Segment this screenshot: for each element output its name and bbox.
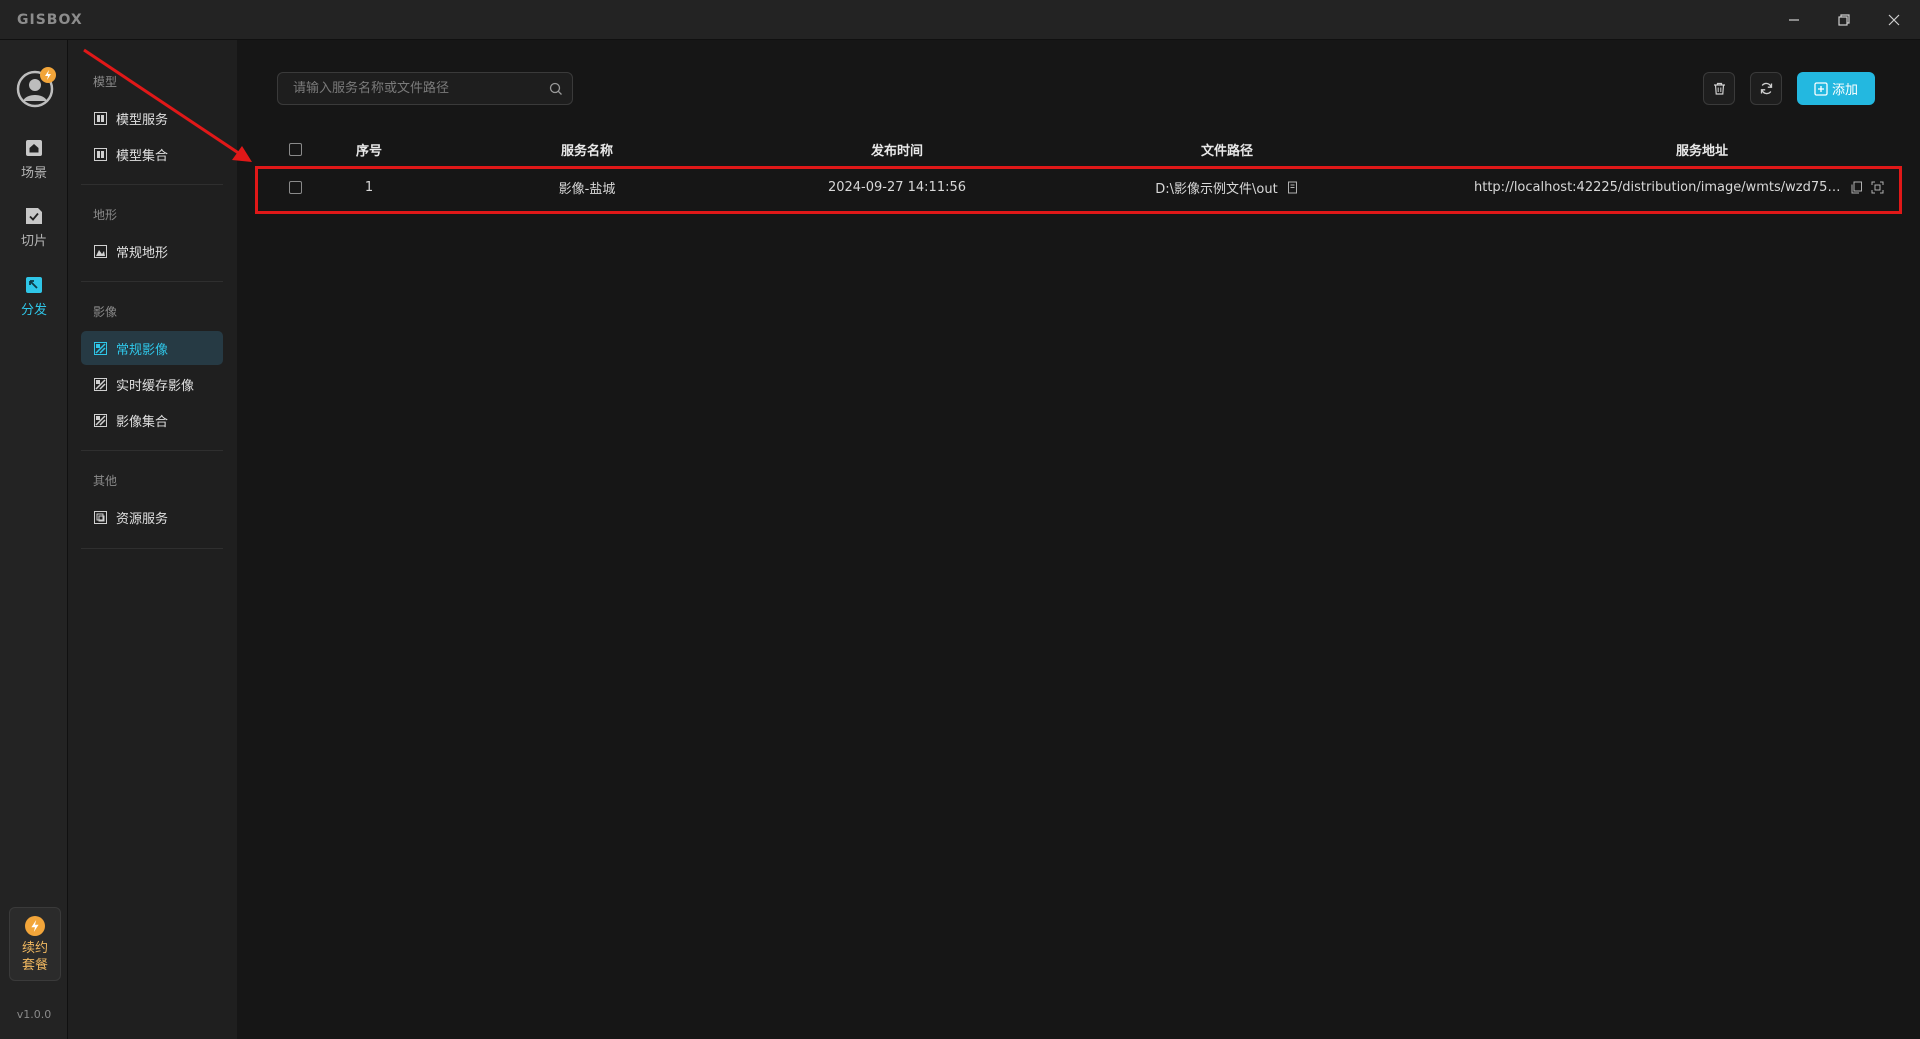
menu-item-label: 模型集合 bbox=[116, 148, 169, 164]
refresh-button[interactable] bbox=[1750, 72, 1782, 105]
header-index: 序号 bbox=[355, 143, 382, 159]
delete-button[interactable] bbox=[1703, 72, 1735, 105]
add-button-label: 添加 bbox=[1831, 83, 1858, 98]
renew-label-line1: 续约 bbox=[21, 941, 48, 956]
search-input[interactable] bbox=[293, 81, 540, 96]
menu-item-label: 常规地形 bbox=[116, 245, 169, 261]
add-icon bbox=[1814, 81, 1828, 96]
secondary-menu: 模型 模型服务 模型集合 地形 常规地形 影像 常规影像 实时缓存影像 影像集合 bbox=[68, 40, 237, 1039]
menu-item-label: 资源服务 bbox=[116, 511, 169, 527]
menu-group-title-imagery: 影像 bbox=[93, 305, 118, 319]
menu-item-label: 实时缓存影像 bbox=[116, 378, 195, 394]
imagery-icon bbox=[94, 341, 107, 355]
rail-item-tile[interactable]: 切片 bbox=[0, 207, 68, 263]
menu-group-title-terrain: 地形 bbox=[93, 208, 118, 222]
terrain-icon bbox=[94, 244, 107, 258]
search-icon bbox=[549, 82, 562, 95]
add-button[interactable]: 添加 bbox=[1797, 72, 1875, 105]
rail-item-label: 场景 bbox=[20, 166, 47, 181]
menu-item-regular-terrain[interactable]: 常规地形 bbox=[81, 234, 223, 268]
select-all-checkbox[interactable] bbox=[288, 142, 302, 156]
restore-button[interactable] bbox=[1827, 8, 1861, 32]
app-version: v1.0.0 bbox=[16, 1008, 52, 1021]
row-file-path: D:\影像示例文件\out bbox=[1155, 181, 1278, 197]
menu-divider bbox=[81, 450, 223, 451]
title-bar: GISBOX bbox=[0, 0, 1920, 40]
search-button[interactable] bbox=[540, 82, 572, 96]
minimize-icon bbox=[1789, 19, 1799, 21]
menu-item-imagery-collection[interactable]: 影像集合 bbox=[81, 403, 223, 437]
menu-item-model-service[interactable]: 模型服务 bbox=[81, 101, 223, 135]
row-publish-time: 2024-09-27 14:11:56 bbox=[827, 179, 967, 195]
menu-item-realtime-cache-imagery[interactable]: 实时缓存影像 bbox=[81, 367, 223, 401]
row-service-name: 影像-盐城 bbox=[558, 181, 616, 197]
header-service-name: 服务名称 bbox=[560, 143, 613, 159]
renew-label-line2: 套餐 bbox=[21, 958, 48, 973]
menu-divider bbox=[81, 548, 223, 549]
header-publish-time: 发布时间 bbox=[870, 143, 923, 159]
model-collection-icon bbox=[94, 147, 107, 161]
lightning-icon bbox=[25, 916, 45, 936]
model-service-icon bbox=[94, 111, 107, 125]
refresh-icon bbox=[1760, 82, 1772, 95]
cache-imagery-icon bbox=[94, 377, 107, 391]
close-icon bbox=[1888, 14, 1900, 26]
app-logo: GISBOX bbox=[17, 12, 83, 28]
left-rail: 场景 切片 分发 续约 套餐 v1.0.0 bbox=[0, 40, 68, 1039]
table-header: 序号 服务名称 发布时间 文件路径 服务地址 bbox=[237, 132, 1920, 166]
vip-badge-icon bbox=[40, 67, 56, 83]
header-service-url: 服务地址 bbox=[1675, 143, 1728, 159]
menu-item-label: 模型服务 bbox=[116, 112, 169, 128]
menu-item-resource-service[interactable]: 资源服务 bbox=[81, 500, 223, 534]
row-index: 1 bbox=[364, 179, 374, 195]
distribute-icon bbox=[26, 277, 42, 293]
row-file-path-cell: D:\影像示例文件\out bbox=[1117, 167, 1337, 207]
menu-item-regular-imagery[interactable]: 常规影像 bbox=[81, 331, 223, 365]
trash-icon bbox=[1713, 82, 1725, 95]
close-button[interactable] bbox=[1877, 8, 1911, 32]
minimize-button[interactable] bbox=[1777, 8, 1811, 32]
rail-item-label: 分发 bbox=[20, 303, 47, 318]
header-select-all-cell bbox=[285, 132, 305, 166]
menu-item-label: 影像集合 bbox=[116, 414, 169, 430]
open-folder-icon[interactable] bbox=[1286, 181, 1299, 194]
main-content: 添加 序号 服务名称 发布时间 文件路径 服务地址 1 影像-盐城 2024-0… bbox=[237, 40, 1920, 1039]
copy-icon[interactable] bbox=[1850, 181, 1863, 194]
search-box bbox=[277, 72, 573, 105]
rail-item-label: 切片 bbox=[20, 234, 47, 249]
tile-icon bbox=[26, 208, 42, 224]
header-file-path: 文件路径 bbox=[1200, 143, 1253, 159]
row-select-cell bbox=[285, 167, 305, 207]
menu-group-title-model: 模型 bbox=[93, 75, 118, 89]
menu-item-label: 常规影像 bbox=[116, 342, 169, 358]
rail-item-distribute[interactable]: 分发 bbox=[0, 276, 68, 332]
resource-service-icon bbox=[94, 510, 107, 524]
home-icon bbox=[26, 140, 42, 156]
qr-code-icon[interactable] bbox=[1871, 181, 1884, 194]
app-window: GISBOX 场景 切片 分发 续约 套餐 v1.0.0 模型 模型服务 模型集… bbox=[0, 0, 1920, 1039]
rail-item-scene[interactable]: 场景 bbox=[0, 139, 68, 195]
menu-group-title-other: 其他 bbox=[93, 474, 118, 488]
menu-divider bbox=[81, 184, 223, 185]
table-row[interactable]: 1 影像-盐城 2024-09-27 14:11:56 D:\影像示例文件\ou… bbox=[237, 167, 1920, 207]
row-service-url[interactable]: http://localhost:42225/distribution/imag… bbox=[1474, 180, 1842, 195]
row-checkbox[interactable] bbox=[288, 180, 302, 194]
imagery-collection-icon bbox=[94, 413, 107, 427]
menu-item-model-collection[interactable]: 模型集合 bbox=[81, 137, 223, 171]
menu-divider bbox=[81, 281, 223, 282]
restore-icon bbox=[1838, 14, 1850, 26]
row-service-url-cell: http://localhost:42225/distribution/imag… bbox=[1454, 167, 1904, 207]
renew-plan-button[interactable]: 续约 套餐 bbox=[9, 907, 61, 981]
